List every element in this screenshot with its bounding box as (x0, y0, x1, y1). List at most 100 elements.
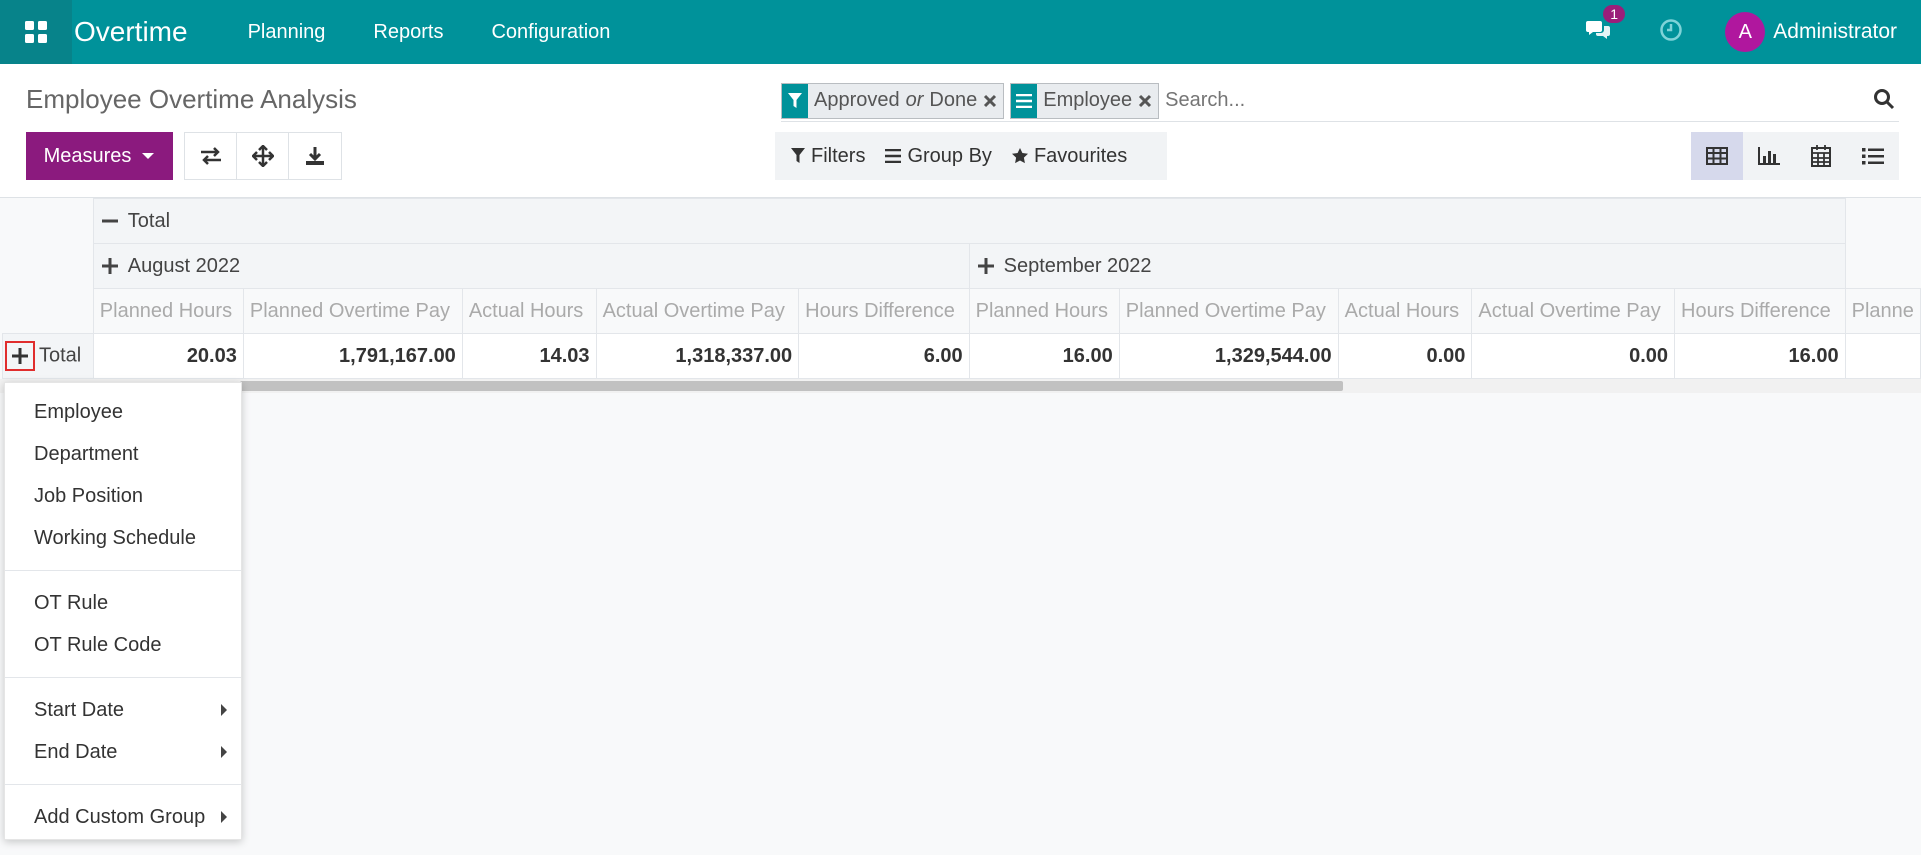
search-options: Filters Group By Favourites (775, 132, 1167, 180)
groupby-dropdown: Employee Department Job Position Working… (4, 382, 242, 840)
groupby-option-employee[interactable]: Employee (5, 391, 241, 433)
download-icon (306, 147, 324, 165)
pivot-toolbar (184, 132, 342, 180)
col-header-month-label: August 2022 (127, 254, 241, 277)
col-header-total[interactable]: Total (92, 198, 1846, 244)
horizontal-scrollbar-thumb[interactable] (240, 381, 1343, 391)
search-button[interactable] (1873, 88, 1895, 115)
control-panel: Employee Overtime Analysis Measures Appr… (0, 64, 1921, 198)
col-header-month[interactable]: September 2022 (968, 243, 1846, 289)
groupby-facet-text: Employee (1043, 89, 1133, 111)
remove-filter-facet[interactable] (983, 84, 1003, 118)
pivot-cell-partial[interactable] (1844, 333, 1921, 379)
measure-header[interactable]: Actual Hours (461, 288, 597, 334)
pivot-cell[interactable]: 0.00 (1337, 333, 1473, 379)
menu-planning[interactable]: Planning (248, 21, 326, 44)
facet-approved: Approved (814, 89, 900, 111)
groupby-option-end-date[interactable]: End Date (5, 731, 241, 773)
filter-facet-text: Approved or Done (808, 84, 983, 118)
app-name[interactable]: Overtime (74, 16, 188, 48)
measure-header[interactable]: Hours Difference (798, 288, 970, 334)
row-header-label: Total (39, 344, 82, 367)
expand-row-button[interactable] (5, 341, 35, 371)
groupby-facet-icon (1011, 83, 1038, 118)
table-icon (1706, 147, 1728, 165)
measure-header[interactable]: Planned Overtime Pay (1118, 288, 1339, 334)
pivot-cell[interactable]: 16.00 (1674, 333, 1846, 379)
pivot-cell[interactable]: 16.00 (968, 333, 1120, 379)
bars-icon (1016, 93, 1033, 108)
download-button[interactable] (289, 133, 341, 179)
filter-facet: Approved or Done (781, 82, 1005, 119)
favourites-button[interactable]: Favourites (1011, 144, 1128, 168)
measure-header[interactable]: Planned Hours (968, 288, 1120, 334)
menu-reports[interactable]: Reports (373, 21, 443, 44)
groupby-facet: Employee (1010, 82, 1160, 119)
apps-menu-button[interactable] (0, 0, 72, 64)
measure-header[interactable]: Actual Overtime Pay (595, 288, 800, 334)
filters-label: Filters (811, 144, 866, 167)
plus-icon (977, 258, 994, 275)
add-custom-group[interactable]: Add Custom Group (5, 796, 241, 838)
user-avatar[interactable]: A (1725, 12, 1766, 52)
groupby-option-ot-rule-code[interactable]: OT Rule Code (5, 624, 241, 666)
row-header-total[interactable]: Total (2, 333, 94, 379)
measure-header[interactable]: Actual Hours (1337, 288, 1473, 334)
dropdown-divider (5, 677, 241, 678)
expand-all-button[interactable] (237, 133, 289, 179)
apps-grid-icon (25, 21, 47, 43)
messaging-button[interactable]: 1 (1585, 4, 1626, 46)
close-icon (1139, 94, 1152, 107)
end-date-label: End Date (34, 740, 118, 763)
pivot-cell[interactable]: 0.00 (1471, 333, 1676, 379)
measure-header-partial[interactable]: Planne (1844, 288, 1921, 334)
pivot-corner-right (1845, 198, 1921, 244)
groupby-button[interactable]: Group By (885, 145, 992, 168)
dropdown-divider (5, 784, 241, 785)
pivot-cell[interactable]: 1,329,544.00 (1118, 333, 1339, 379)
calendar-view-button[interactable] (1795, 132, 1847, 180)
groupby-option-department[interactable]: Department (5, 433, 241, 475)
dropdown-divider (5, 570, 241, 571)
col-header-month[interactable]: August 2022 (92, 243, 970, 289)
pivot-cell[interactable]: 20.03 (92, 333, 244, 379)
pivot-cell[interactable]: 14.03 (461, 333, 597, 379)
favourites-label: Favourites (1033, 144, 1128, 167)
col-header-month-label: September 2022 (1003, 254, 1152, 277)
search-input[interactable] (1165, 82, 1899, 119)
groupby-option-start-date[interactable]: Start Date (5, 689, 241, 731)
pivot-cell[interactable]: 6.00 (798, 333, 970, 379)
top-navbar: Overtime Planning Reports Configuration … (0, 0, 1921, 64)
pivot-corner (2, 243, 94, 289)
facet-done: Done (929, 89, 978, 111)
exchange-icon (200, 147, 221, 165)
groupby-option-ot-rule[interactable]: OT Rule (5, 582, 241, 624)
pivot-view-button[interactable] (1691, 132, 1743, 180)
flip-axis-button[interactable] (185, 133, 237, 179)
measure-header[interactable]: Actual Overtime Pay (1471, 288, 1676, 334)
measure-header[interactable]: Planned Overtime Pay (242, 288, 463, 334)
bars-icon (885, 149, 902, 163)
groupby-option-job-position[interactable]: Job Position (5, 475, 241, 517)
measures-button[interactable]: Measures (26, 132, 173, 180)
plus-icon (101, 258, 118, 275)
col-header-total-label: Total (127, 209, 171, 232)
list-view-button[interactable] (1847, 132, 1899, 180)
menu-configuration[interactable]: Configuration (491, 21, 610, 44)
user-menu[interactable]: Administrator (1773, 20, 1897, 44)
close-icon (984, 94, 997, 107)
filters-button[interactable]: Filters (791, 145, 865, 168)
pivot-cell[interactable]: 1,791,167.00 (242, 333, 463, 379)
graph-view-button[interactable] (1743, 132, 1795, 180)
pivot-cell[interactable]: 1,318,337.00 (595, 333, 800, 379)
remove-groupby-facet[interactable] (1138, 84, 1158, 118)
activity-button[interactable] (1659, 18, 1683, 47)
measure-header[interactable]: Planned Hours (92, 288, 244, 334)
caret-right-icon (221, 746, 227, 758)
measure-header[interactable]: Hours Difference (1674, 288, 1846, 334)
add-custom-group-label: Add Custom Group (34, 805, 206, 828)
search-bar: Approved or Done Employee (781, 80, 1899, 122)
groupby-option-working-schedule[interactable]: Working Schedule (5, 517, 241, 559)
page-title: Employee Overtime Analysis (26, 84, 357, 114)
bar-chart-icon (1758, 147, 1780, 165)
